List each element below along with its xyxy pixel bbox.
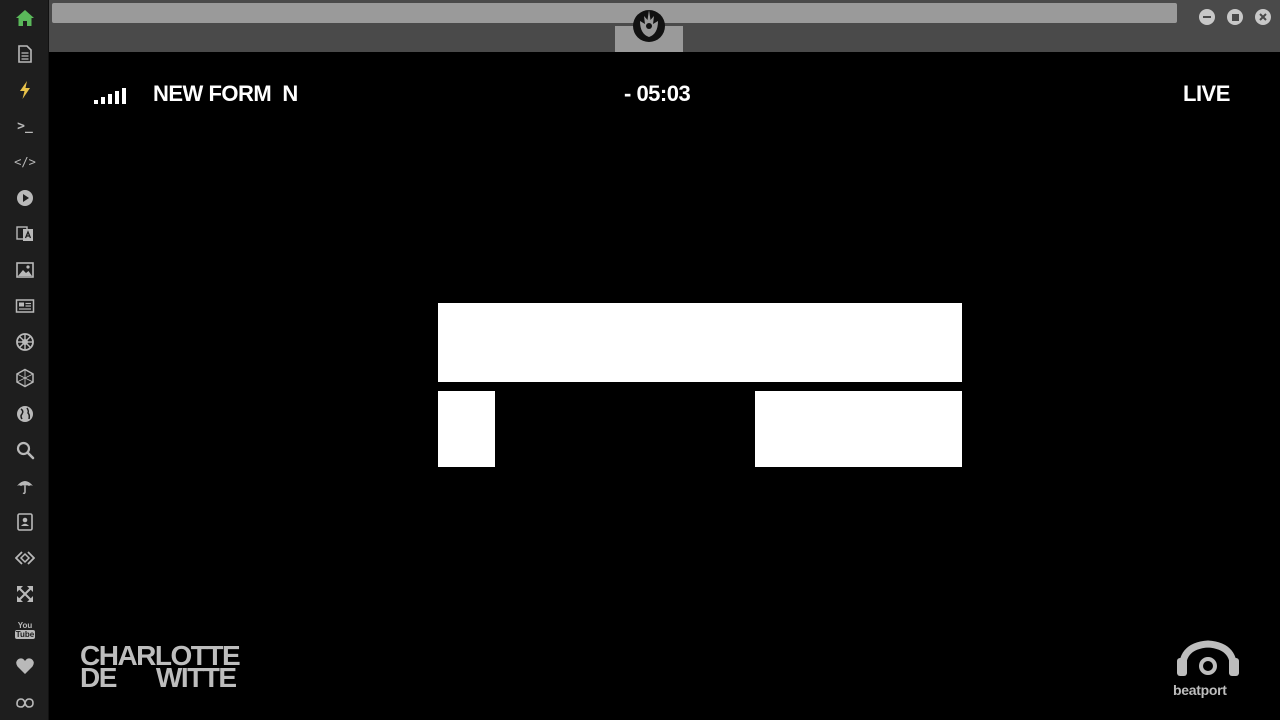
contacts-icon[interactable] — [12, 509, 38, 535]
sidebar: >_ </> You Tube — [0, 0, 49, 720]
close-icon[interactable] — [1255, 9, 1271, 25]
youtube-icon[interactable]: You Tube — [12, 617, 38, 643]
beatport-wordmark: beatport — [1173, 682, 1227, 698]
minimize-icon[interactable] — [1199, 9, 1215, 25]
youtube-text-bottom: Tube — [14, 630, 36, 639]
active-tab[interactable] — [615, 0, 683, 52]
hexagon-icon[interactable] — [12, 365, 38, 391]
track-ticker: NEW FORM N — [153, 81, 298, 106]
translate-icon[interactable] — [12, 221, 38, 247]
umbrella-icon[interactable] — [12, 473, 38, 499]
signal-bars-icon — [94, 88, 126, 104]
stream-timer: - 05:03 — [624, 81, 691, 106]
lightning-icon[interactable] — [12, 77, 38, 103]
live-badge: LIVE — [1183, 81, 1230, 106]
expand-arrows-icon[interactable] — [12, 581, 38, 607]
logo-block-left — [438, 391, 495, 467]
rebel-alliance-icon — [633, 10, 665, 42]
heart-icon[interactable] — [12, 653, 38, 679]
artist-logo: CHARLOTTE DE WITTE — [80, 642, 241, 692]
terminal-glyph: >_ — [17, 118, 33, 134]
logo-block-top — [438, 303, 962, 382]
empire-icon[interactable] — [12, 329, 38, 355]
youtube-text-top: You — [17, 621, 33, 630]
code-icon[interactable]: </> — [12, 149, 38, 175]
beatport-logo: beatport — [1173, 640, 1241, 698]
video-player[interactable]: NEW FORM N - 05:03 LIVE CHARLOTTE DE WITT… — [49, 52, 1280, 720]
image-icon[interactable] — [12, 257, 38, 283]
terminal-icon[interactable]: >_ — [12, 113, 38, 139]
infinity-cloud-icon[interactable] — [12, 689, 38, 715]
maximize-icon[interactable] — [1227, 9, 1243, 25]
globe-icon[interactable] — [12, 401, 38, 427]
search-icon[interactable] — [12, 437, 38, 463]
artist-name-line2a: DE — [80, 662, 117, 693]
beatport-icon — [1177, 640, 1239, 676]
titlebar — [49, 0, 1280, 52]
newspaper-icon[interactable] — [12, 293, 38, 319]
code-diamond-icon[interactable] — [12, 545, 38, 571]
code-glyph: </> — [14, 155, 36, 169]
home-icon[interactable] — [12, 5, 38, 31]
logo-block-right — [755, 391, 962, 467]
document-icon[interactable] — [12, 41, 38, 67]
artist-name-line2b: WITTE — [155, 662, 237, 693]
play-circle-icon[interactable] — [12, 185, 38, 211]
